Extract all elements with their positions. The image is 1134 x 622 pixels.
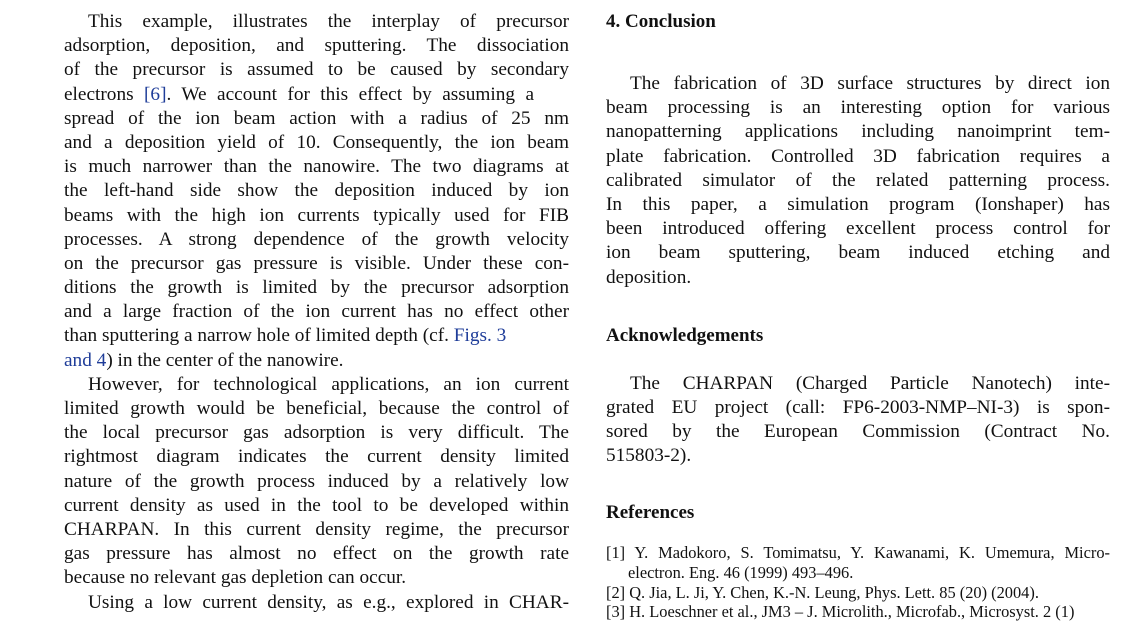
citation-link-6[interactable]: [6] (144, 84, 166, 105)
body-text-line: and 4) in the center of the nanowire. (64, 349, 569, 373)
body-text-line: deposition. (606, 266, 692, 288)
body-text-line: processes. A strong dependence of the gr… (64, 228, 569, 250)
body-text-line: ditions the growth is limited by the pre… (64, 277, 569, 299)
body-text-line: the local precursor gas adsorption is ve… (64, 422, 569, 444)
body-text-line: CHARPAN. In this current density regime,… (64, 518, 569, 540)
left-column: This example, illustrates the interplay … (64, 10, 569, 615)
right-column: 4. Conclusion The fabrication of 3D surf… (606, 10, 1110, 622)
body-text-line: beams with the high ion currents typical… (64, 204, 569, 226)
figure-link[interactable]: and 4 (64, 350, 106, 371)
body-text-line: the left-hand side show the deposition i… (64, 180, 569, 202)
body-text-line: calibrated simulator of the related patt… (606, 169, 1110, 191)
section-heading-references: References (606, 502, 695, 524)
body-text-line: However, for technological applications,… (88, 373, 569, 395)
reference-item: [1] Y. Madokoro, S. Tomimatsu, Y. Kawana… (606, 543, 1110, 563)
body-text-line: adsorption, deposition, and sputtering. … (64, 35, 569, 57)
body-text-line: and a deposition yield of 10. Consequent… (64, 131, 569, 153)
text-span: ) in the center of the nanowire. (106, 349, 344, 371)
body-text-line: Using a low current density, as e.g., ex… (88, 591, 569, 613)
body-text-line: sored by the European Commission (Contra… (606, 421, 1110, 443)
body-text-line: of the precursor is assumed to be caused… (64, 59, 569, 81)
body-text-line: been introduced offering excellent proce… (606, 218, 1110, 240)
reference-item-continuation: electron. Eng. 46 (1999) 493–496. (628, 563, 854, 583)
body-text-line: on the precursor gas pressure is visible… (64, 252, 569, 274)
body-text-line: nature of the growth process induced by … (64, 470, 569, 492)
body-text-line: limited growth would be beneficial, beca… (64, 398, 569, 419)
body-text-line: ion beam sputtering, beam induced etchin… (606, 242, 1110, 264)
section-heading-acknowledgements: Acknowledgements (606, 324, 764, 346)
text-span: . We account for this effect by assuming… (166, 83, 535, 105)
body-text-line: This example, illustrates the interplay … (88, 11, 569, 32)
body-text-line: grated EU project (call: FP6-2003-NMP–NI… (606, 396, 1110, 418)
body-text-line: gas pressure has almost no effect on the… (64, 543, 569, 565)
body-text-line: The fabrication of 3D surface structures… (630, 73, 1110, 94)
body-text-line: spread of the ion beam action with a rad… (64, 107, 569, 129)
body-text-line: In this paper, a simulation program (Ion… (606, 193, 1110, 215)
body-text-line: 515803-2). (606, 445, 692, 467)
body-text-line: than sputtering a narrow hole of limited… (64, 324, 569, 348)
section-heading-conclusion: 4. Conclusion (606, 11, 716, 32)
body-text-line: The CHARPAN (Charged Particle Nanotech) … (630, 372, 1110, 394)
body-text-line: current density as used in the tool to b… (64, 494, 569, 516)
body-text-line: nanopatterning applications including na… (606, 121, 1110, 143)
figure-link[interactable]: Figs. 3 (454, 325, 507, 346)
reference-item: [2] Q. Jia, L. Ji, Y. Chen, K.-N. Leung,… (606, 582, 1039, 602)
body-text-line: and a large fraction of the ion current … (64, 301, 569, 323)
body-text-line: beam processing is an interesting option… (606, 97, 1110, 119)
body-text-line: electrons [6]. We account for this effec… (64, 83, 569, 107)
body-text-line: rightmost diagram indicates the current … (64, 446, 569, 468)
body-text-line: is much narrower than the nanowire. The … (64, 156, 569, 178)
body-text-line: plate fabrication. Controlled 3D fabrica… (606, 145, 1110, 167)
text-span: than sputtering a narrow hole of limited… (64, 325, 454, 347)
body-text-line: because no relevant gas depletion can oc… (64, 567, 407, 589)
text-span: electrons (64, 83, 145, 105)
reference-item: [3] H. Loeschner et al., JM3 – J. Microl… (606, 602, 1075, 622)
